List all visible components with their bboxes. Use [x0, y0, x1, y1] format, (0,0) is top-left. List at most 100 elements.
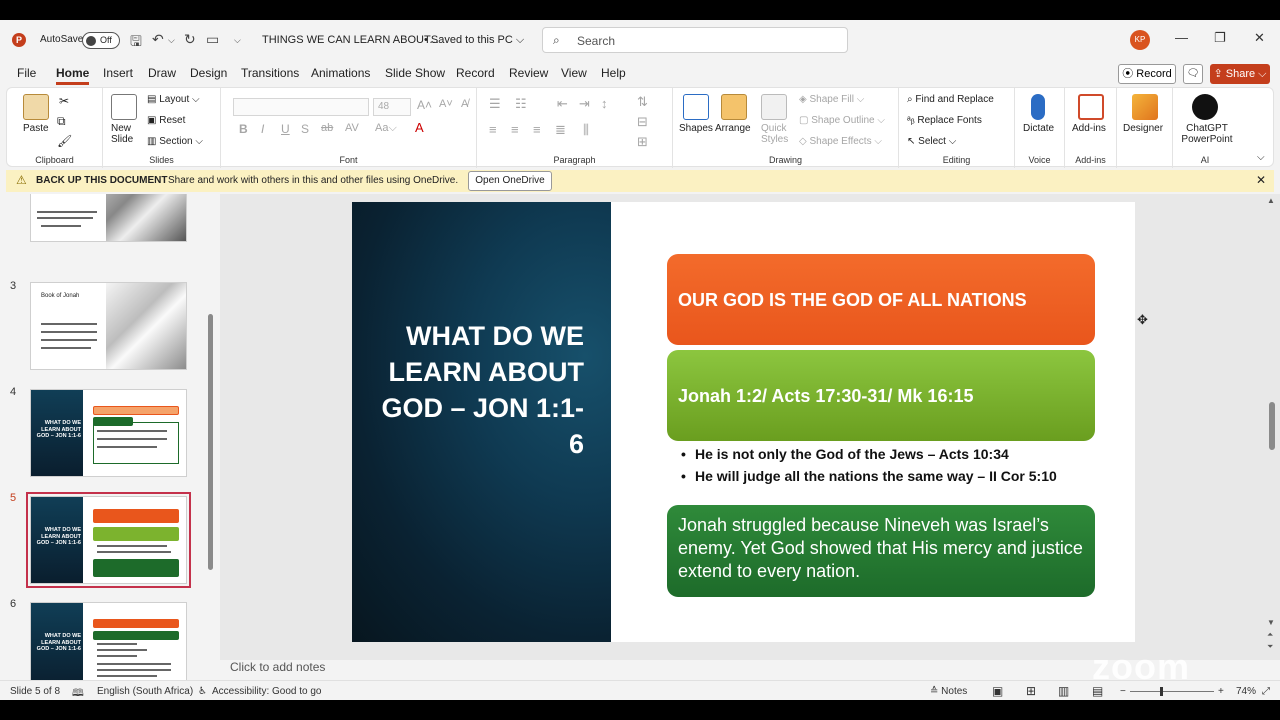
- accessibility-status[interactable]: Accessibility: Good to go: [212, 686, 322, 697]
- slide-thumbnail-5[interactable]: WHAT DO WE LEARN ABOUT GOD – JON 1:1-6: [26, 492, 191, 588]
- microphone-icon[interactable]: [1031, 94, 1045, 120]
- shapes-icon[interactable]: [683, 94, 709, 120]
- align-right-icon[interactable]: ≡: [533, 122, 541, 137]
- tab-transitions[interactable]: Transitions: [241, 66, 299, 80]
- customize-qat-icon[interactable]: ⌵: [234, 35, 241, 46]
- italic-icon[interactable]: I: [261, 122, 264, 136]
- tab-draw[interactable]: Draw: [148, 66, 176, 80]
- designer-button[interactable]: Designer: [1123, 123, 1163, 134]
- align-center-icon[interactable]: ≡: [511, 122, 519, 137]
- dictate-button[interactable]: Dictate: [1023, 123, 1054, 134]
- underline-icon[interactable]: U: [281, 122, 290, 136]
- line-spacing-icon[interactable]: ↕: [601, 96, 608, 111]
- tab-review[interactable]: Review: [509, 66, 548, 80]
- decrease-indent-icon[interactable]: ⇤: [557, 96, 568, 112]
- orange-heading-box[interactable]: OUR GOD IS THE GOD OF ALL NATIONS: [667, 254, 1095, 345]
- shape-fill-button[interactable]: ◈ Shape Fill ⌵: [799, 94, 864, 105]
- columns-icon[interactable]: ⫼: [583, 122, 589, 138]
- slide-sorter-icon[interactable]: ⊞: [1026, 684, 1036, 698]
- zoom-slider-knob[interactable]: [1160, 687, 1163, 696]
- share-button[interactable]: ⇪ Share ⌵: [1210, 64, 1270, 84]
- normal-view-icon[interactable]: ▣: [992, 684, 1003, 698]
- zoom-slider[interactable]: [1130, 687, 1214, 696]
- format-painter-icon[interactable]: 🖌: [57, 134, 72, 148]
- slide-thumbnail-3[interactable]: Book of Jonah: [30, 282, 187, 370]
- accessibility-icon[interactable]: ♿: [198, 686, 207, 697]
- reset-button[interactable]: ▣ Reset: [147, 115, 185, 126]
- arrange-icon[interactable]: [721, 94, 747, 120]
- new-slide-icon[interactable]: [111, 94, 137, 120]
- close-notice-icon[interactable]: ✕: [1256, 173, 1266, 187]
- bold-icon[interactable]: B: [239, 122, 248, 136]
- editor-scroll-thumb[interactable]: [1269, 402, 1275, 450]
- scroll-down-icon[interactable]: ▼: [1267, 618, 1275, 627]
- clear-format-icon[interactable]: A̸: [461, 98, 468, 110]
- autosave-toggle[interactable]: Off: [82, 32, 120, 49]
- current-slide[interactable]: WHAT DO WE LEARN ABOUT GOD – JON 1:1-6 O…: [352, 202, 1135, 642]
- search-box[interactable]: ⌕ Search: [542, 27, 848, 53]
- tab-home[interactable]: Home: [56, 66, 90, 85]
- layout-button[interactable]: ▤ Layout ⌵: [147, 94, 200, 105]
- tab-insert[interactable]: Insert: [103, 66, 133, 80]
- minimize-icon[interactable]: —: [1175, 30, 1188, 45]
- document-title[interactable]: THINGS WE CAN LEARN ABOUT...: [262, 34, 439, 46]
- next-slide-icon[interactable]: ⏷: [1267, 642, 1273, 652]
- user-avatar[interactable]: KP: [1130, 30, 1150, 50]
- text-direction-icon[interactable]: ⇅: [637, 94, 648, 110]
- thumbnail-scroll-thumb[interactable]: [208, 314, 213, 570]
- scroll-up-icon[interactable]: ▲: [1267, 196, 1275, 205]
- zoom-out-icon[interactable]: −: [1120, 686, 1126, 697]
- scripture-reference-box[interactable]: Jonah 1:2/ Acts 17:30-31/ Mk 16:15: [667, 350, 1095, 441]
- save-status[interactable]: • Saved to this PC ⌵: [424, 34, 524, 47]
- copy-icon[interactable]: ⧉: [57, 114, 66, 129]
- arrange-button[interactable]: Arrange: [715, 123, 751, 134]
- shapes-button[interactable]: Shapes: [679, 123, 713, 134]
- paste-button[interactable]: Paste: [23, 123, 49, 134]
- close-icon[interactable]: ✕: [1254, 30, 1265, 46]
- present-icon[interactable]: ▭: [206, 31, 219, 48]
- language-indicator[interactable]: English (South Africa): [97, 686, 193, 697]
- align-text-icon[interactable]: ⊟: [637, 114, 648, 130]
- bullets-icon[interactable]: ☰: [489, 96, 501, 112]
- collapse-ribbon-icon[interactable]: ⌵: [1257, 152, 1265, 163]
- shrink-font-icon[interactable]: A˅: [439, 98, 453, 110]
- quick-styles-icon[interactable]: [761, 94, 787, 120]
- tab-help[interactable]: Help: [601, 66, 626, 80]
- slide-title[interactable]: WHAT DO WE LEARN ABOUT GOD – JON 1:1-6: [372, 318, 584, 462]
- shadow-icon[interactable]: S: [301, 122, 309, 136]
- shape-effects-button[interactable]: ◇ Shape Effects ⌵: [799, 136, 882, 147]
- chatgpt-button[interactable]: ChatGPT PowerPoint: [1181, 123, 1233, 145]
- editor-scrollbar[interactable]: ▲ ▼ ⏶ ⏷: [1266, 194, 1278, 660]
- zoom-level[interactable]: 74%: [1236, 686, 1256, 697]
- spelling-icon[interactable]: 🕮: [72, 686, 84, 700]
- cut-icon[interactable]: ✂: [59, 94, 69, 108]
- restore-icon[interactable]: ❐: [1214, 30, 1226, 46]
- addins-icon[interactable]: [1078, 94, 1104, 120]
- notes-button[interactable]: ≙ Notes: [930, 686, 967, 697]
- justify-icon[interactable]: ≣: [555, 122, 566, 138]
- reading-view-icon[interactable]: ▥: [1058, 684, 1069, 698]
- font-color-icon[interactable]: A: [415, 120, 424, 135]
- smartart-icon[interactable]: ⊞: [637, 134, 648, 150]
- grow-font-icon[interactable]: A˄: [417, 98, 432, 112]
- font-size-box[interactable]: 48: [373, 98, 411, 116]
- fit-to-window-icon[interactable]: ⤢: [1262, 686, 1270, 697]
- slide-thumbnail-4[interactable]: WHAT DO WE LEARN ABOUT GOD – JON 1:1-6: [30, 389, 187, 477]
- undo-icon[interactable]: ↶: [152, 31, 164, 48]
- comments-button[interactable]: 🗨: [1183, 64, 1203, 84]
- numbering-icon[interactable]: ☷: [515, 96, 527, 112]
- align-left-icon[interactable]: ≡: [489, 122, 497, 137]
- open-onedrive-button[interactable]: Open OneDrive: [468, 171, 552, 191]
- tab-design[interactable]: Design: [190, 66, 227, 80]
- slide-thumbnail-2[interactable]: [30, 194, 187, 242]
- tab-animations[interactable]: Animations: [311, 66, 370, 80]
- font-name-box[interactable]: [233, 98, 369, 116]
- shape-outline-button[interactable]: ▢ Shape Outline ⌵: [799, 115, 885, 126]
- thumbnail-scrollbar[interactable]: [206, 196, 214, 676]
- record-button[interactable]: ⦿ Record: [1118, 64, 1176, 84]
- tab-file[interactable]: File: [17, 66, 36, 80]
- chatgpt-icon[interactable]: [1192, 94, 1218, 120]
- char-spacing-icon[interactable]: AV: [345, 122, 359, 134]
- change-case-icon[interactable]: Aa⌵: [375, 122, 397, 135]
- strikethrough-icon[interactable]: ab: [321, 122, 333, 134]
